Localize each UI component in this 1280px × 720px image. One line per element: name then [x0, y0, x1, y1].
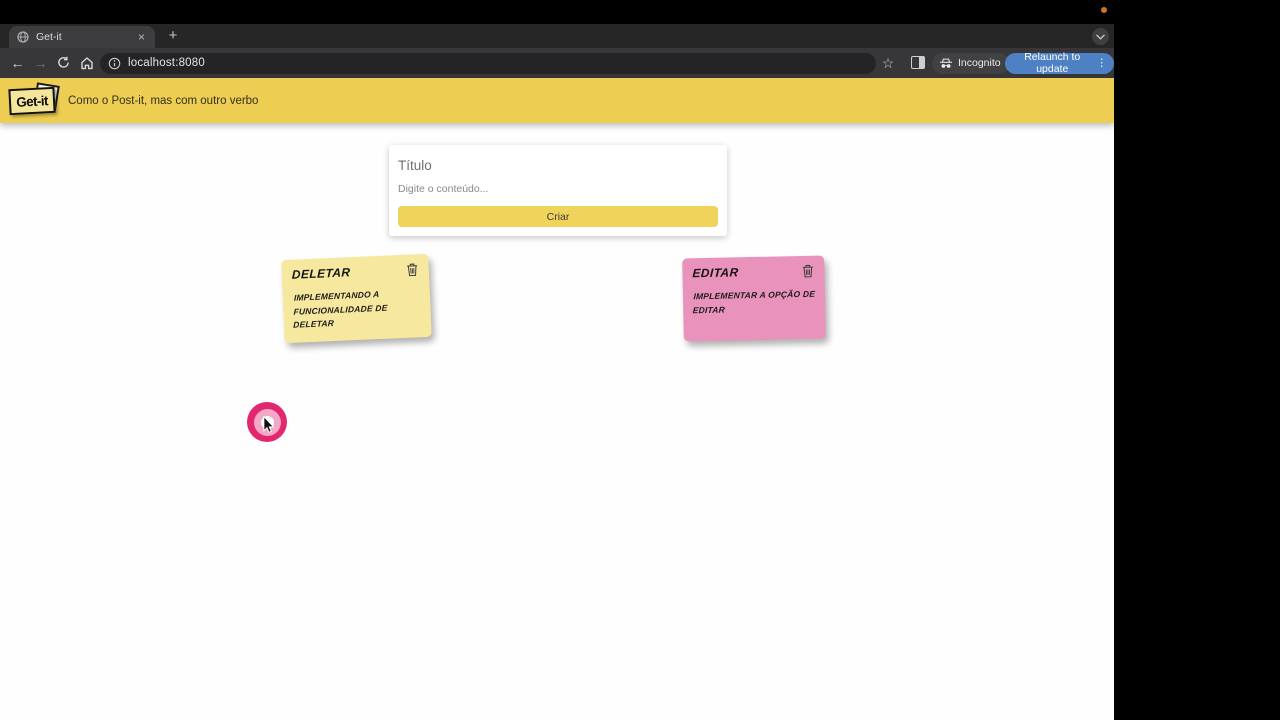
site-info-icon[interactable] [108, 57, 121, 70]
tab-strip: Get-it × + [0, 24, 1114, 48]
tab-favicon-globe-icon [17, 31, 29, 43]
incognito-label: Incognito [958, 57, 1001, 69]
browser-window: Get-it × + ← → localhost:8080 ☆ Incognit… [0, 24, 1114, 720]
incognito-icon [940, 58, 952, 68]
mouse-cursor-icon [263, 416, 275, 433]
browser-toolbar: ← → localhost:8080 ☆ Incognito Relaunch … [0, 48, 1114, 78]
home-icon[interactable] [75, 52, 98, 74]
reload-icon[interactable] [52, 52, 75, 74]
note-content: IMPLEMENTAR A OPÇÃO DE EDITAR [692, 288, 816, 315]
url-text: localhost:8080 [128, 57, 205, 69]
address-bar[interactable]: localhost:8080 [100, 52, 876, 74]
logo-text: Get-it [8, 86, 56, 116]
sticky-note-editar[interactable]: EDITAR IMPLEMENTAR A OPÇÃO DE EDITAR [682, 255, 826, 342]
note-title: DELETAR [291, 265, 351, 282]
relaunch-to-update-button[interactable]: Relaunch to update ⋮ [1005, 51, 1114, 75]
note-content-input[interactable] [398, 180, 718, 198]
app-logo: Get-it [8, 82, 60, 117]
note-title-input[interactable] [398, 153, 718, 177]
tab-search-button[interactable] [1092, 28, 1109, 45]
trash-icon[interactable] [801, 264, 814, 278]
side-panel-icon[interactable] [911, 56, 925, 69]
trash-icon[interactable] [405, 262, 419, 277]
new-tab-icon[interactable]: + [164, 27, 182, 45]
chevron-down-icon [1096, 34, 1105, 40]
tab-get-it[interactable]: Get-it × [9, 26, 155, 48]
bookmark-star-icon[interactable]: ☆ [878, 52, 898, 74]
relaunch-label: Relaunch to update [1024, 51, 1081, 75]
app-header: Get-it Como o Post-it, mas com outro ver… [0, 78, 1114, 123]
note-header: DELETAR [292, 262, 419, 282]
back-icon[interactable]: ← [6, 52, 29, 74]
sticky-note-deletar[interactable]: DELETAR IMPLEMENTANDO A FUNCIONALIDADE D… [281, 253, 432, 344]
create-note-button[interactable]: Criar [398, 206, 718, 227]
incognito-badge: Incognito [932, 52, 1010, 74]
create-note-form: Criar [389, 145, 727, 236]
page-content: Criar DELETAR IMPLEMENTANDO A FUNCIONALI… [0, 123, 1114, 720]
app-tagline: Como o Post-it, mas com outro verbo [68, 94, 259, 107]
note-title: EDITAR [692, 265, 739, 281]
note-header: EDITAR [692, 264, 814, 281]
tab-title: Get-it [36, 31, 62, 43]
screen: Get-it × + ← → localhost:8080 ☆ Incognit… [0, 0, 1280, 720]
forward-icon[interactable]: → [29, 52, 52, 74]
more-menu-icon[interactable]: ⋮ [1095, 58, 1110, 69]
recording-indicator-dot [1101, 7, 1107, 13]
note-content: IMPLEMENTANDO A FUNCIONALIDADE DE DELETA… [293, 288, 388, 330]
tab-close-icon[interactable]: × [136, 30, 147, 44]
